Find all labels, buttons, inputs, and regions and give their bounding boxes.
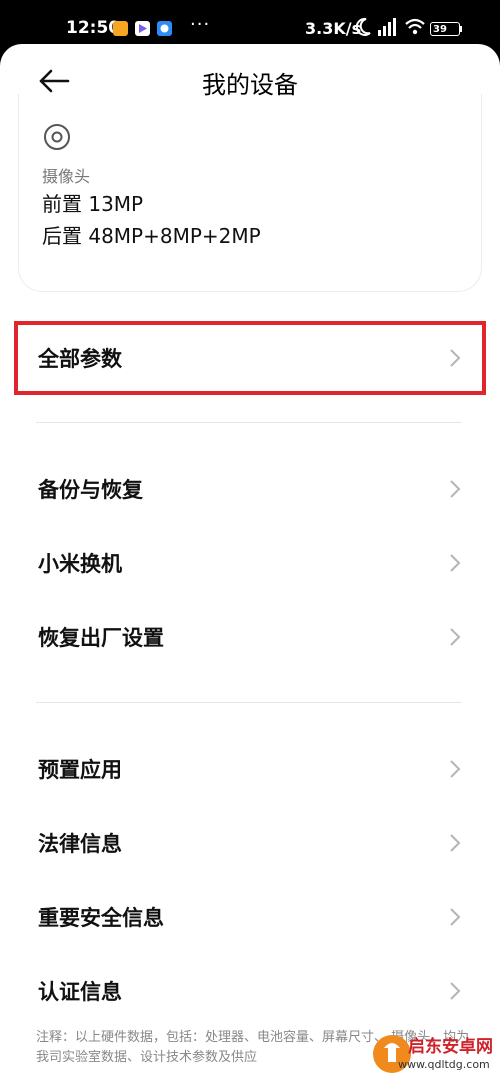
battery-level: 39 [433, 24, 447, 35]
menu-item-safety-info[interactable]: 重要安全信息 [0, 887, 500, 947]
menu-item-certification[interactable]: 认证信息 [0, 961, 500, 1021]
chevron-right-icon [450, 349, 461, 367]
battery-nub [460, 26, 462, 32]
menu-item-all-specs[interactable]: 全部参数 [0, 328, 500, 388]
chat-app-icon [157, 21, 172, 36]
section-divider [36, 702, 462, 703]
camera-icon [44, 124, 70, 150]
menu-item-preinstalled-apps[interactable]: 预置应用 [0, 739, 500, 799]
watermark-name: 启东安卓网 [408, 1037, 493, 1057]
battery-icon: 39 [430, 22, 460, 36]
chevron-right-icon [450, 480, 461, 498]
chevron-right-icon [450, 834, 461, 852]
section-divider [36, 422, 462, 423]
chevron-right-icon [450, 628, 461, 646]
wifi-icon [405, 18, 425, 35]
chevron-right-icon [450, 908, 461, 926]
menu-item-label: 认证信息 [38, 980, 122, 1004]
menu-item-mi-mover[interactable]: 小米换机 [0, 533, 500, 593]
status-time: 12:50 [66, 18, 121, 38]
menu-item-label: 重要安全信息 [38, 906, 164, 930]
menu-item-label: 恢复出厂设置 [38, 626, 164, 650]
menu-item-legal-info[interactable]: 法律信息 [0, 813, 500, 873]
notes-app-icon [113, 21, 128, 36]
menu-item-label: 全部参数 [38, 347, 122, 371]
menu-item-label: 备份与恢复 [38, 478, 143, 502]
menu-item-label: 预置应用 [38, 758, 122, 782]
more-notifications-icon: ··· [190, 14, 211, 35]
moon-icon [356, 17, 371, 36]
watermark-url: www.qdltdg.com [398, 1058, 490, 1071]
menu-item-factory-reset[interactable]: 恢复出厂设置 [0, 607, 500, 667]
settings-sheet: 我的设备 摄像头 前置 13MP 后置 48MP+8MP+2MP 全部参数 备份… [0, 44, 500, 1084]
chevron-right-icon [450, 554, 461, 572]
menu-item-label: 小米换机 [38, 552, 122, 576]
signal-icon [378, 18, 396, 36]
network-speed: 3.3K/s [305, 19, 362, 38]
chevron-right-icon [450, 760, 461, 778]
play-app-icon [135, 21, 150, 36]
chevron-right-icon [450, 982, 461, 1000]
camera-rear-spec: 后置 48MP+8MP+2MP [42, 224, 261, 248]
camera-label: 摄像头 [42, 167, 91, 186]
menu-item-backup-restore[interactable]: 备份与恢复 [0, 459, 500, 519]
camera-front-spec: 前置 13MP [42, 192, 144, 216]
menu-item-label: 法律信息 [38, 832, 122, 856]
